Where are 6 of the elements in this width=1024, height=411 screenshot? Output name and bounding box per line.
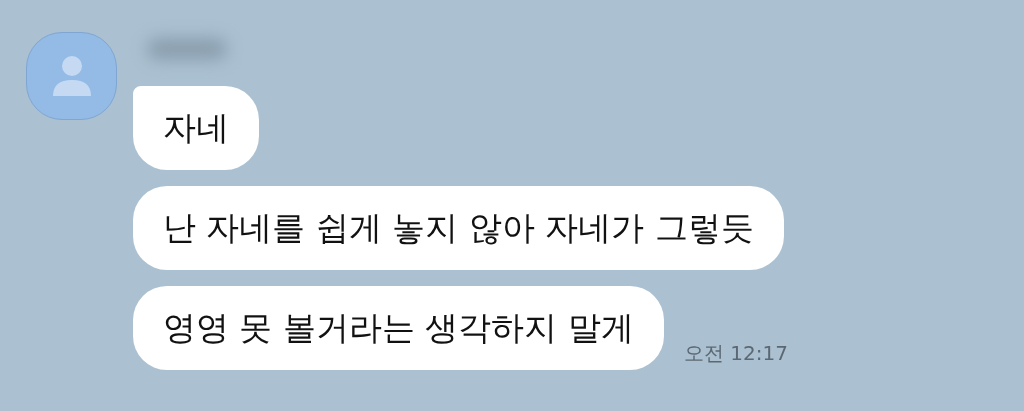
person-icon <box>52 56 91 96</box>
message-bubble: 난 자네를 쉽게 놓지 않아 자네가 그렇듯 <box>133 186 784 270</box>
avatar[interactable] <box>26 32 117 120</box>
message-bubble: 자네 <box>133 86 259 170</box>
timestamp: 오전 12:17 <box>683 340 788 367</box>
message-bubble: 영영 못 볼거라는 생각하지 말게 <box>133 286 664 370</box>
